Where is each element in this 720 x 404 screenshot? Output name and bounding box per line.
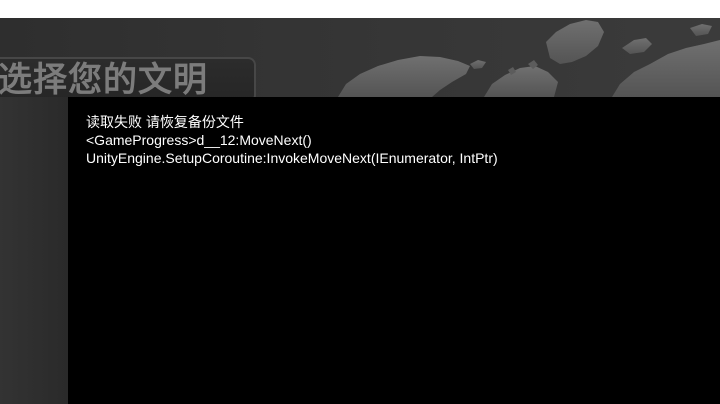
- top-blank-strip: [0, 0, 720, 18]
- error-log: 读取失败 请恢复备份文件 <GameProgress>d__12:MoveNex…: [86, 113, 706, 167]
- page-title: 选择您的文明: [0, 60, 208, 100]
- left-side-panel: [0, 97, 68, 404]
- game-screen: 选择您的文明 读取失败 请恢复备份文件 <GameProgress>d__12:…: [0, 0, 720, 404]
- error-overlay: 读取失败 请恢复备份文件 <GameProgress>d__12:MoveNex…: [68, 97, 720, 404]
- error-message: 读取失败 请恢复备份文件: [86, 114, 244, 130]
- error-stack-line: UnityEngine.SetupCoroutine:InvokeMoveNex…: [86, 150, 498, 166]
- error-stack-line: <GameProgress>d__12:MoveNext(): [86, 132, 312, 148]
